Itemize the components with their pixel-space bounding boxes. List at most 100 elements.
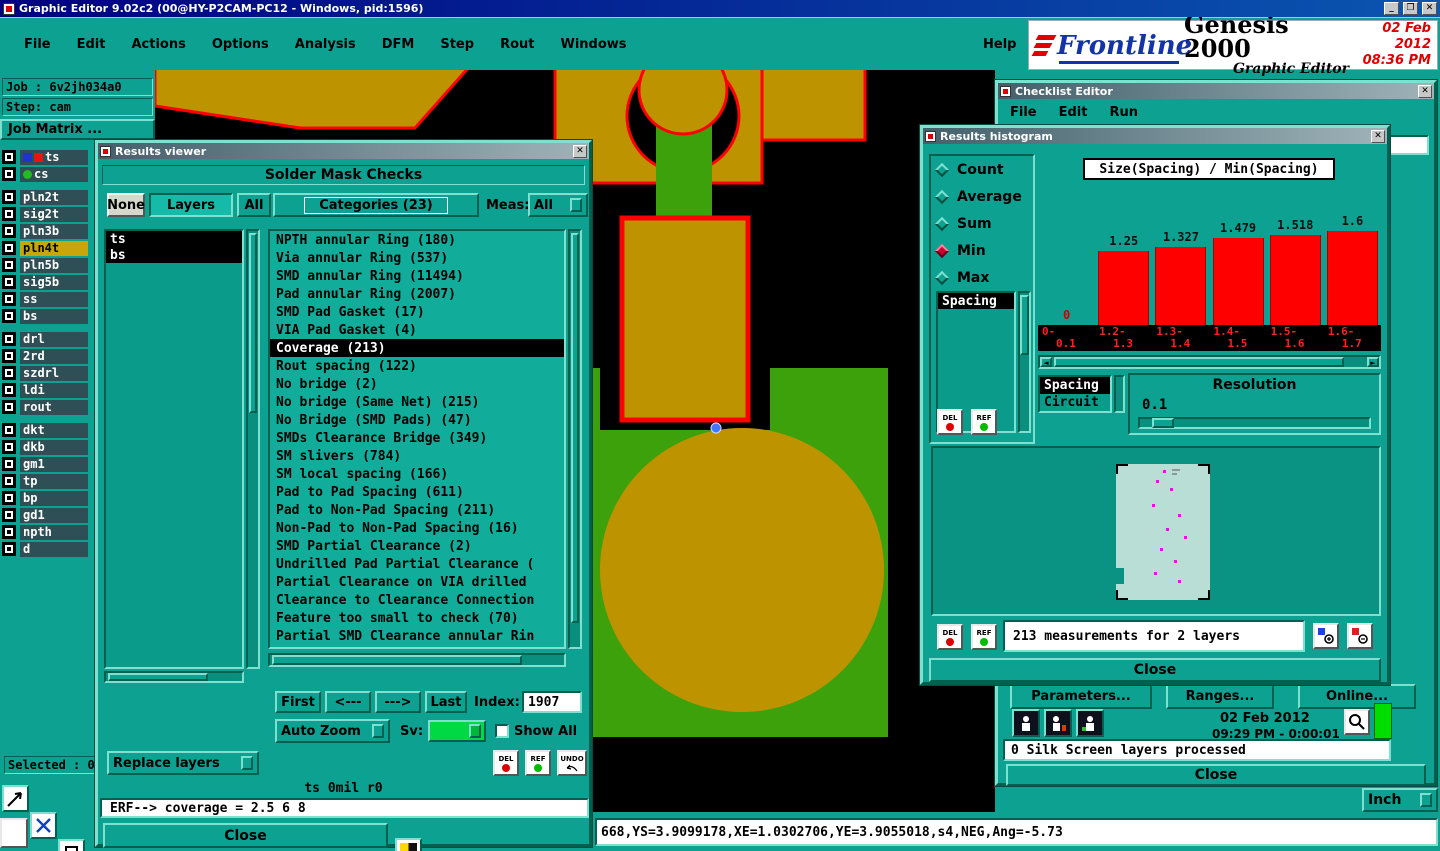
layer-name[interactable]: 2rd <box>20 348 88 364</box>
scrollbar-thumb[interactable] <box>249 233 257 413</box>
viewer-ref-button[interactable]: REF <box>525 750 551 776</box>
menu-windows[interactable]: Windows <box>560 37 626 52</box>
menu-rout[interactable]: Rout <box>500 37 534 52</box>
viewer-layer-item-ts[interactable]: ts <box>106 231 242 247</box>
layer-name[interactable]: pln3b <box>20 223 88 239</box>
job-matrix-button[interactable]: Job Matrix ... <box>0 119 155 140</box>
layer-name[interactable]: cs <box>20 166 88 182</box>
layer-name[interactable]: ldi <box>20 382 88 398</box>
viewer-close-button[interactable]: Close <box>103 823 388 848</box>
layer-name[interactable]: d <box>20 541 88 557</box>
layer-checkbox[interactable] <box>2 383 16 397</box>
layer-checkbox[interactable] <box>2 440 16 454</box>
series-item-spacing[interactable]: Spacing <box>938 293 1014 309</box>
category-item[interactable]: Partial SMD Clearance annular Rin <box>270 627 564 645</box>
category-item[interactable]: No Bridge (SMD Pads) (47) <box>270 411 564 429</box>
category-item[interactable]: Coverage (213) <box>270 339 564 357</box>
histogram-close-button[interactable]: Close <box>929 658 1381 682</box>
checklist-button-online[interactable]: Online... <box>1298 684 1416 709</box>
category-item[interactable]: No bridge (2) <box>270 375 564 393</box>
nav-prev-button[interactable]: <--- <box>325 691 371 713</box>
category-h-scrollbar[interactable] <box>268 653 566 667</box>
layer-checkbox[interactable] <box>2 190 16 204</box>
layer-checkbox[interactable] <box>2 332 16 346</box>
layer-checkbox[interactable] <box>2 542 16 556</box>
layer-name[interactable]: bp <box>20 490 88 506</box>
mode-item-circuit[interactable]: Circuit <box>1040 394 1110 411</box>
stat-option-max[interactable]: Max <box>934 268 1022 288</box>
nav-last-button[interactable]: Last <box>425 691 467 713</box>
category-item[interactable]: SM slivers (784) <box>270 447 564 465</box>
nav-first-button[interactable]: First <box>275 691 321 713</box>
category-item[interactable]: VIA Pad Gasket (4) <box>270 321 564 339</box>
sv-color-dropdown[interactable] <box>428 720 486 742</box>
scrollbar-thumb[interactable] <box>108 673 208 681</box>
resolution-slider[interactable] <box>1138 417 1371 429</box>
layer-checkbox[interactable] <box>2 423 16 437</box>
category-item[interactable]: SMDs Clearance Bridge (349) <box>270 429 564 447</box>
slider-thumb[interactable] <box>1152 418 1174 428</box>
auto-zoom-dropdown[interactable]: Auto Zoom <box>275 719 390 743</box>
checklist-menu-run[interactable]: Run <box>1109 105 1138 120</box>
blank-tool-button[interactable] <box>0 818 28 848</box>
select-arrow-tool-button[interactable] <box>2 785 29 812</box>
mode-item-spacing[interactable]: Spacing <box>1040 377 1110 394</box>
layer-name[interactable]: pln5b <box>20 257 88 273</box>
zoom-button[interactable] <box>1344 709 1370 735</box>
layer-checkbox[interactable] <box>2 474 16 488</box>
replace-layers-dropdown[interactable]: Replace layers <box>107 751 259 775</box>
layer-name[interactable]: gm1 <box>20 456 88 472</box>
minimize-button[interactable]: _ <box>1384 2 1399 15</box>
show-all-checkbox[interactable] <box>495 724 509 738</box>
layer-name[interactable]: bs <box>20 308 88 324</box>
checklist-close-icon[interactable]: ✕ <box>1418 84 1432 98</box>
units-dropdown[interactable]: Inch <box>1362 788 1438 812</box>
layer-name[interactable]: pln4t <box>20 240 88 256</box>
checklist-menu-edit[interactable]: Edit <box>1059 105 1088 120</box>
layer-checkbox[interactable] <box>2 400 16 414</box>
viewer-layer-h-scrollbar[interactable] <box>104 671 244 683</box>
series-scrollbar[interactable] <box>1018 291 1031 433</box>
layer-name[interactable]: sig5b <box>20 274 88 290</box>
meas-dropdown[interactable]: All <box>528 193 588 217</box>
layer-checkbox[interactable] <box>2 349 16 363</box>
menu-options[interactable]: Options <box>212 37 269 52</box>
layer-checkbox[interactable] <box>2 309 16 323</box>
layer-colors-button[interactable] <box>395 838 422 851</box>
layer-name[interactable]: ts <box>20 149 88 165</box>
checklist-action-button-1[interactable] <box>1012 709 1040 737</box>
histogram-titlebar[interactable]: Results histogram ✕ <box>923 128 1387 144</box>
scroll-left-arrow[interactable]: ◄ <box>1040 357 1052 367</box>
layer-name[interactable]: npth <box>20 524 88 540</box>
scrollbar-thumb[interactable] <box>571 233 579 623</box>
category-item[interactable]: Pad to Pad Spacing (611) <box>270 483 564 501</box>
viewer-layer-item-bs[interactable]: bs <box>106 247 242 263</box>
window-titlebar[interactable]: Graphic Editor 9.02c2 (00@HY-P2CAM-PC12 … <box>0 0 1440 17</box>
checklist-menu-file[interactable]: File <box>1010 105 1037 120</box>
histogram-del-button[interactable]: DEL <box>937 409 963 435</box>
histogram-del-button-2[interactable]: DEL <box>937 624 963 650</box>
histogram-ref-button[interactable]: REF <box>971 409 997 435</box>
menu-help[interactable]: Help <box>983 37 1016 52</box>
scrollbar-thumb[interactable] <box>1020 295 1029 355</box>
layer-checkbox[interactable] <box>2 457 16 471</box>
viewer-layer-list[interactable]: ts bs <box>104 229 244 669</box>
category-item[interactable]: Rout spacing (122) <box>270 357 564 375</box>
layer-checkbox[interactable] <box>2 207 16 221</box>
layer-name[interactable]: dkt <box>20 422 88 438</box>
menu-dfm[interactable]: DFM <box>382 37 415 52</box>
layer-name[interactable]: gd1 <box>20 507 88 523</box>
layer-checkbox[interactable] <box>2 167 16 181</box>
checklist-titlebar[interactable]: Checklist Editor ✕ <box>998 83 1434 99</box>
category-item[interactable]: Clearance to Clearance Connection <box>270 591 564 609</box>
layer-checkbox[interactable] <box>2 258 16 272</box>
stat-option-sum[interactable]: Sum <box>934 214 1022 234</box>
layer-name[interactable]: dkb <box>20 439 88 455</box>
scrollbar-thumb[interactable] <box>1054 357 1344 367</box>
checklist-action-button-2[interactable] <box>1044 709 1072 737</box>
category-item[interactable]: Non-Pad to Non-Pad Spacing (16) <box>270 519 564 537</box>
layer-checkbox[interactable] <box>2 366 16 380</box>
layer-checkbox[interactable] <box>2 292 16 306</box>
scroll-right-arrow[interactable]: ► <box>1367 357 1379 367</box>
histogram-close-icon[interactable]: ✕ <box>1371 129 1385 143</box>
